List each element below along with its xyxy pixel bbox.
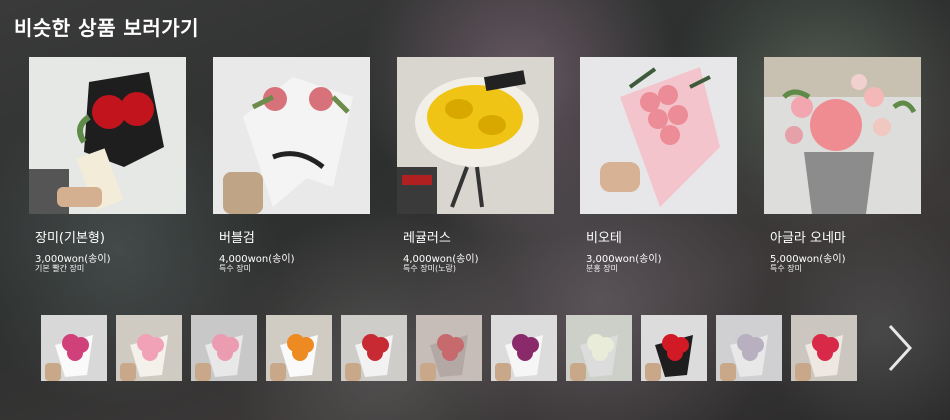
- product-image[interactable]: [29, 57, 186, 214]
- thumbnail-image: [491, 315, 557, 381]
- thumbnail-item[interactable]: [791, 315, 857, 381]
- thumbnail-item[interactable]: [116, 315, 182, 381]
- section-title: 비슷한 상품 보러가기: [14, 16, 200, 40]
- thumbnail-item[interactable]: [641, 315, 707, 381]
- product-description: 특수 장미: [770, 264, 802, 273]
- product-description: 특수 장미: [219, 264, 251, 273]
- thumbnail-item[interactable]: [566, 315, 632, 381]
- product-description: 기본 빨간 장미: [35, 264, 85, 273]
- product-description: 특수 장미(노랑): [403, 264, 456, 273]
- product-image[interactable]: [580, 57, 737, 214]
- product-description: 분홍 장미: [586, 264, 618, 273]
- product-card-viote[interactable]: 비오테 3,000won(송이) 분홍 장미: [580, 57, 737, 273]
- thumbnail-image: [791, 315, 857, 381]
- bouquet-illustration: [764, 57, 921, 214]
- thumbnail-image: [566, 315, 632, 381]
- product-card-aglaonema[interactable]: 아글라 오네마 5,000won(송이) 특수 장미: [764, 57, 921, 273]
- product-name[interactable]: 레귤러스: [403, 227, 451, 246]
- product-image[interactable]: [764, 57, 921, 214]
- thumbnail-item[interactable]: [191, 315, 257, 381]
- thumbnail-image: [191, 315, 257, 381]
- thumbnail-item[interactable]: [491, 315, 557, 381]
- thumbnail-item[interactable]: [266, 315, 332, 381]
- thumbnail-item[interactable]: [716, 315, 782, 381]
- thumbnail-image: [716, 315, 782, 381]
- next-button[interactable]: [884, 322, 916, 374]
- thumbnail-item[interactable]: [341, 315, 407, 381]
- product-name[interactable]: 비오테: [586, 227, 622, 246]
- bouquet-illustration: [213, 57, 370, 214]
- thumbnail-image: [641, 315, 707, 381]
- thumbnail-image: [116, 315, 182, 381]
- thumbnail-image: [341, 315, 407, 381]
- product-name[interactable]: 아글라 오네마: [770, 227, 846, 246]
- thumbnail-image: [416, 315, 482, 381]
- product-card-rose[interactable]: 장미(기본형) 3,000won(송이) 기본 빨간 장미: [29, 57, 186, 273]
- product-name[interactable]: 버블검: [219, 227, 255, 246]
- product-name[interactable]: 장미(기본형): [35, 227, 105, 246]
- product-card-regulus[interactable]: 레귤러스 4,000won(송이) 특수 장미(노랑): [397, 57, 554, 273]
- thumbnail-item[interactable]: [416, 315, 482, 381]
- bouquet-illustration: [29, 57, 186, 214]
- thumbnail-image: [41, 315, 107, 381]
- thumbnail-image: [266, 315, 332, 381]
- thumbnail-item[interactable]: [41, 315, 107, 381]
- bouquet-illustration: [397, 57, 554, 214]
- chevron-right-icon: [888, 324, 913, 372]
- bouquet-illustration: [580, 57, 737, 214]
- product-card-bubblegum[interactable]: 버블검 4,000won(송이) 특수 장미: [213, 57, 370, 273]
- product-image[interactable]: [213, 57, 370, 214]
- product-image[interactable]: [397, 57, 554, 214]
